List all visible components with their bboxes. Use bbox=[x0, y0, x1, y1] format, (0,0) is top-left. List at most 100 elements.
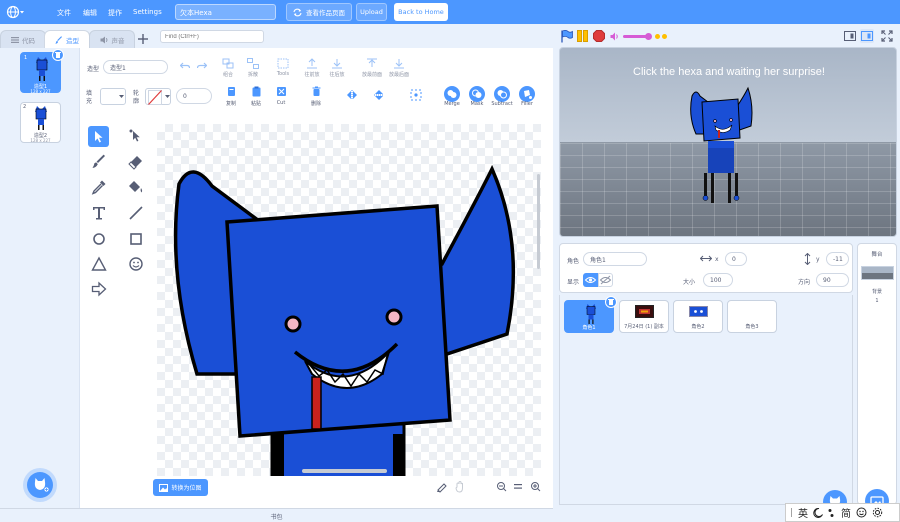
brush-mode-icon[interactable] bbox=[436, 481, 448, 493]
fill-color-swatch[interactable] bbox=[100, 88, 126, 105]
canvas-moon-icon[interactable] bbox=[476, 482, 485, 492]
costume-name-input[interactable]: 造型1 bbox=[103, 60, 168, 74]
filler-button[interactable] bbox=[519, 86, 535, 102]
smooth-icon[interactable] bbox=[409, 88, 423, 102]
hand-icon[interactable] bbox=[455, 481, 465, 493]
zoom-in-icon[interactable] bbox=[530, 481, 541, 492]
select-tool[interactable] bbox=[88, 126, 109, 147]
add-costume-button[interactable] bbox=[27, 472, 53, 498]
line-tool[interactable] bbox=[128, 205, 144, 221]
sprite-item-4[interactable]: 角色3 bbox=[727, 300, 777, 333]
back-to-home-button[interactable]: Back to Home bbox=[394, 3, 448, 21]
zoom-out-icon[interactable] bbox=[496, 481, 507, 492]
see-project-page-button[interactable]: 查看作品页面 bbox=[286, 3, 352, 21]
tools-label: Tools bbox=[276, 71, 290, 77]
text-tool[interactable] bbox=[91, 205, 107, 221]
zoom-reset-icon[interactable] bbox=[514, 483, 522, 490]
flip-vertical-icon[interactable] bbox=[374, 89, 384, 101]
eyedropper-tool[interactable] bbox=[91, 179, 107, 195]
sprite-item-2[interactable]: 7月24日 (1) 副本 bbox=[619, 300, 669, 333]
delete-sprite-icon[interactable] bbox=[605, 296, 617, 308]
circle-tool[interactable] bbox=[91, 231, 107, 247]
sprite-item-3[interactable]: 角色2 bbox=[673, 300, 723, 333]
subtract-button[interactable] bbox=[494, 86, 510, 102]
redo-icon[interactable] bbox=[197, 62, 207, 70]
ime-settings-gear-icon[interactable] bbox=[872, 507, 883, 518]
flip-horizontal-icon[interactable] bbox=[346, 90, 358, 100]
stage-canvas[interactable]: Click the hexa and waiting her surprise! bbox=[559, 47, 897, 237]
emoji-tool[interactable] bbox=[128, 256, 144, 272]
delete-icon[interactable] bbox=[311, 86, 322, 97]
brush-icon bbox=[55, 35, 62, 44]
turbo-icon[interactable] bbox=[654, 33, 668, 40]
brush-tool[interactable] bbox=[91, 154, 107, 170]
theme-moon-icon[interactable] bbox=[33, 6, 43, 18]
ime-simplified-toggle[interactable]: 简 bbox=[841, 505, 851, 520]
volume-icon[interactable] bbox=[610, 32, 620, 41]
outline-color-swatch[interactable] bbox=[145, 88, 171, 105]
ime-punctuation-icon[interactable] bbox=[828, 508, 836, 518]
size-input[interactable]: 100 bbox=[703, 273, 733, 287]
cut-icon[interactable] bbox=[276, 86, 287, 97]
language-icon[interactable] bbox=[6, 5, 24, 19]
find-input[interactable] bbox=[160, 30, 264, 43]
ime-language-toggle[interactable]: 英 bbox=[798, 505, 808, 520]
tab-sounds[interactable]: 声音 bbox=[89, 30, 135, 48]
sprite-name-input[interactable]: 角色1 bbox=[583, 252, 647, 266]
tools-icon[interactable] bbox=[277, 58, 289, 69]
hexa-sprite[interactable] bbox=[688, 86, 754, 208]
project-title-input[interactable]: 欠本Hexa bbox=[175, 4, 276, 20]
convert-to-bitmap-button[interactable]: 转换为位图 bbox=[153, 479, 208, 496]
stop-icon[interactable] bbox=[593, 30, 605, 42]
show-hidden-button[interactable] bbox=[598, 273, 613, 287]
sprite-list: 角色1 7月24日 (1) 副本 角色2 角色3 bbox=[559, 295, 853, 514]
delete-costume-icon[interactable] bbox=[52, 49, 64, 61]
volume-slider[interactable] bbox=[623, 33, 652, 40]
ime-emoji-icon[interactable] bbox=[856, 507, 867, 518]
forward-icon[interactable] bbox=[306, 58, 318, 69]
direction-input[interactable]: 90 bbox=[816, 273, 849, 287]
stage-target-panel[interactable]: 舞台 背景 1 bbox=[857, 243, 897, 513]
ungroup-icon[interactable] bbox=[247, 58, 259, 69]
undo-icon[interactable] bbox=[180, 62, 190, 70]
mask-button[interactable] bbox=[469, 86, 485, 102]
volume-slider-handle[interactable] bbox=[645, 33, 652, 40]
large-stage-button[interactable] bbox=[860, 29, 874, 43]
menu-edit[interactable]: 编辑 bbox=[83, 8, 97, 18]
menu-settings[interactable]: Settings bbox=[133, 8, 162, 16]
triangle-tool[interactable] bbox=[91, 256, 107, 272]
merge-button[interactable] bbox=[444, 86, 460, 102]
menu-file[interactable]: 文件 bbox=[57, 8, 71, 18]
costume-item-2[interactable]: 2 造型2 128 x 227 bbox=[20, 102, 61, 143]
drawing-canvas[interactable] bbox=[157, 124, 541, 476]
x-position-input[interactable]: 0 bbox=[725, 252, 747, 266]
tab-costumes[interactable]: 造型 bbox=[44, 30, 90, 48]
green-flag-icon[interactable] bbox=[561, 30, 573, 43]
reshape-tool[interactable] bbox=[128, 128, 144, 144]
fullscreen-icon[interactable] bbox=[881, 30, 893, 42]
outline-width-input[interactable]: 0 bbox=[176, 88, 212, 104]
small-stage-button[interactable] bbox=[843, 29, 857, 43]
eraser-tool[interactable] bbox=[128, 154, 144, 170]
upload-button[interactable]: Upload bbox=[356, 3, 387, 21]
tab-code[interactable]: 代码 bbox=[0, 30, 46, 48]
arrow-tool[interactable] bbox=[91, 281, 107, 297]
fill-tool[interactable] bbox=[128, 179, 144, 195]
show-visible-button[interactable] bbox=[583, 273, 598, 287]
backpack-bar[interactable]: 书包 bbox=[0, 508, 553, 522]
ime-moon-icon[interactable] bbox=[813, 507, 824, 518]
paste-icon[interactable] bbox=[251, 86, 262, 97]
y-position-input[interactable]: -11 bbox=[826, 252, 849, 266]
backward-icon[interactable] bbox=[331, 58, 343, 69]
canvas-horizontal-scrollbar[interactable] bbox=[302, 469, 387, 473]
front-icon[interactable] bbox=[366, 58, 378, 69]
copy-icon[interactable] bbox=[226, 86, 237, 97]
back-icon[interactable] bbox=[393, 58, 405, 69]
menu-tutorials[interactable]: 提作 bbox=[108, 8, 122, 18]
pause-icon[interactable] bbox=[577, 30, 588, 42]
canvas-vertical-scrollbar[interactable] bbox=[537, 174, 540, 269]
add-tab-plus-icon[interactable] bbox=[137, 33, 149, 45]
ime-drag-handle[interactable]: | bbox=[790, 508, 793, 518]
group-icon[interactable] bbox=[222, 58, 234, 69]
rectangle-tool[interactable] bbox=[128, 231, 144, 247]
